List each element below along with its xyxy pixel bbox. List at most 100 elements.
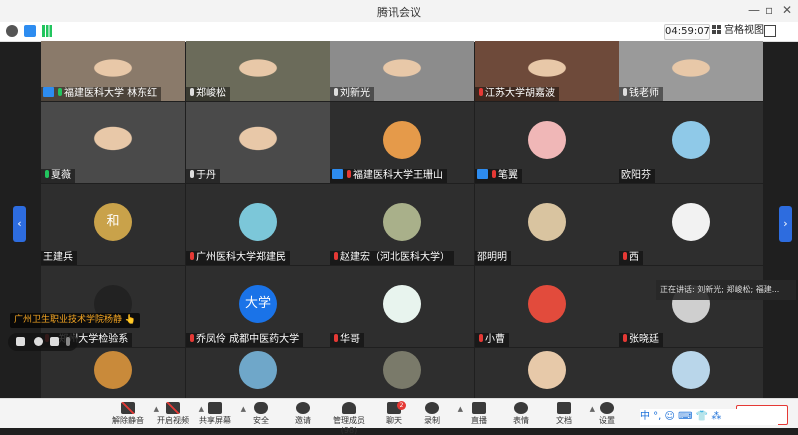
avatar bbox=[383, 202, 421, 241]
signal-icon bbox=[42, 25, 52, 37]
participant-tile[interactable]: 福建医科大学 林东红 bbox=[41, 41, 185, 101]
mic-icon bbox=[623, 88, 627, 96]
participant-tile[interactable]: 钱老师 bbox=[619, 41, 763, 101]
mic-muted-icon bbox=[347, 170, 351, 178]
participant-name: 福建医科大学王珊山 bbox=[353, 170, 443, 181]
participant-tile[interactable] bbox=[41, 348, 185, 398]
record-button[interactable]: 录制 ▲ bbox=[409, 401, 463, 427]
collapse-icon[interactable] bbox=[66, 337, 70, 346]
shield-icon[interactable] bbox=[24, 25, 36, 37]
participant-name: 华哥 bbox=[340, 334, 360, 345]
minimize-icon[interactable]: — bbox=[748, 3, 760, 17]
ime-toolbar[interactable]: 中 °, ☺ ⌨ 👕 ⁂ bbox=[640, 409, 778, 425]
members-label: 管理成员(98) bbox=[333, 416, 365, 435]
info-icon[interactable] bbox=[6, 25, 18, 37]
participant-name: 张晓廷 bbox=[629, 334, 659, 345]
floating-control-pill[interactable] bbox=[8, 333, 78, 351]
docs-button[interactable]: 文档 ▲ bbox=[541, 401, 595, 427]
chat-label: 聊天 bbox=[386, 416, 402, 425]
reactions-button[interactable]: 表情 bbox=[498, 401, 544, 427]
mic-icon bbox=[190, 88, 194, 96]
invite-button[interactable]: 邀请 bbox=[280, 401, 326, 427]
video-button[interactable]: 开启视频 ▲ bbox=[150, 401, 204, 427]
floating-name-text: 广州卫生职业技术学院杨静 bbox=[14, 315, 123, 325]
ime-text: 中 °, ☺ ⌨ 👕 ⁂ bbox=[640, 411, 722, 422]
fullscreen-icon[interactable] bbox=[764, 25, 776, 37]
live-button[interactable]: 直播 bbox=[456, 401, 502, 427]
participant-tile[interactable]: 小曹 bbox=[475, 266, 619, 347]
participant-name: 刘新光 bbox=[340, 88, 370, 99]
participant-tile[interactable]: 笔翼 bbox=[475, 102, 619, 183]
participant-tile[interactable]: 广州医科大学郑建民 bbox=[186, 184, 330, 265]
participant-tile[interactable]: 西 bbox=[619, 184, 763, 265]
participant-grid: 福建医科大学 林东红 郑峻松 刘新光 江苏大学胡嘉波 钱老师夏薇 于丹 福建医科大学王珊山 笔… bbox=[41, 41, 763, 398]
record-label: 录制 bbox=[424, 416, 440, 425]
participant-tile[interactable]: 刘新光 bbox=[330, 41, 474, 101]
document-icon bbox=[557, 402, 571, 414]
participant-name: 赵建宏（河北医科大学） bbox=[340, 252, 450, 263]
settings-button[interactable]: 设置 bbox=[584, 401, 630, 427]
mic-muted-icon bbox=[334, 334, 338, 342]
participant-tile[interactable]: 和王建兵 bbox=[41, 184, 185, 265]
share-screen-button[interactable]: 共享屏幕 ▲ bbox=[192, 401, 246, 427]
next-page-arrow[interactable]: › bbox=[779, 206, 792, 242]
participant-tile[interactable] bbox=[619, 348, 763, 398]
docs-label: 文档 bbox=[556, 416, 572, 425]
emoji-icon[interactable] bbox=[34, 337, 43, 346]
participant-name: 笔翼 bbox=[498, 170, 518, 181]
participant-tile[interactable]: 欧阳芬 bbox=[619, 102, 763, 183]
avatar bbox=[383, 350, 421, 389]
participant-tile[interactable]: 于丹 bbox=[186, 102, 330, 183]
participant-name-tag: 于丹 bbox=[186, 169, 220, 183]
meeting-topbar: 04:59:07 宫格视图 bbox=[0, 22, 798, 42]
participant-name: 邵明明 bbox=[477, 252, 507, 263]
participant-name: 福建医科大学 林东红 bbox=[64, 88, 158, 99]
participant-name: 夏薇 bbox=[51, 170, 71, 181]
participant-name-tag: 赵建宏（河北医科大学） bbox=[330, 251, 454, 265]
participant-name: 江苏大学胡嘉波 bbox=[485, 88, 555, 99]
settings-label: 设置 bbox=[599, 416, 615, 425]
avatar bbox=[239, 350, 277, 389]
avatar bbox=[672, 202, 710, 241]
meeting-timer: 04:59:07 bbox=[664, 24, 710, 40]
invite-label: 邀请 bbox=[295, 416, 311, 425]
prev-page-arrow[interactable]: ‹ bbox=[13, 206, 26, 242]
view-mode-button[interactable]: 宫格视图 bbox=[712, 24, 764, 38]
participant-name-tag: 郑峻松 bbox=[186, 87, 230, 101]
participant-tile[interactable] bbox=[186, 348, 330, 398]
participant-name-tag: 江苏大学胡嘉波 bbox=[475, 87, 559, 101]
maximize-icon[interactable]: ▫ bbox=[765, 3, 773, 17]
participant-tile[interactable]: 华哥 bbox=[330, 266, 474, 347]
participant-tile[interactable]: 夏薇 bbox=[41, 102, 185, 183]
close-icon[interactable]: ✕ bbox=[782, 3, 792, 17]
view-mode-label: 宫格视图 bbox=[724, 25, 764, 36]
mic-muted-icon bbox=[190, 252, 194, 260]
security-button[interactable]: 安全 bbox=[238, 401, 284, 427]
speaking-indicator: 正在讲话: 刘新光; 郑峻松; 福建... bbox=[656, 280, 796, 300]
participant-tile[interactable]: 郑峻松 bbox=[186, 41, 330, 101]
mic-muted-icon bbox=[492, 170, 496, 178]
participant-tile[interactable]: 邵明明 bbox=[475, 184, 619, 265]
participant-tile[interactable]: 江苏大学胡嘉波 bbox=[475, 41, 619, 101]
mic-icon bbox=[45, 170, 49, 178]
mic-muted-icon bbox=[623, 252, 627, 260]
participant-tile[interactable]: 赵建宏（河北医科大学） bbox=[330, 184, 474, 265]
mute-button[interactable]: 解除静音 ▲ bbox=[105, 401, 159, 427]
members-icon bbox=[342, 402, 356, 414]
participant-tile[interactable] bbox=[330, 348, 474, 398]
avatar bbox=[383, 120, 421, 159]
participant-tile[interactable]: 大学 乔凤伶 成都中医药大学 bbox=[186, 266, 330, 347]
host-icon bbox=[332, 169, 343, 179]
layout-icon[interactable] bbox=[16, 337, 25, 346]
participant-name-tag: 广州医科大学郑建民 bbox=[186, 251, 290, 265]
avatar bbox=[672, 120, 710, 159]
avatar bbox=[528, 284, 566, 323]
manage-members-button[interactable]: 管理成员(98) bbox=[325, 401, 373, 435]
participant-tile[interactable]: 福建医科大学王珊山 bbox=[330, 102, 474, 183]
participant-tile[interactable]: 张晓廷 bbox=[619, 266, 763, 347]
avatar bbox=[239, 202, 277, 241]
participant-name: 欧阳芬 bbox=[621, 170, 651, 181]
participant-tile[interactable] bbox=[475, 348, 619, 398]
chat-bubble-icon[interactable] bbox=[50, 337, 59, 346]
mic-icon bbox=[334, 88, 338, 96]
